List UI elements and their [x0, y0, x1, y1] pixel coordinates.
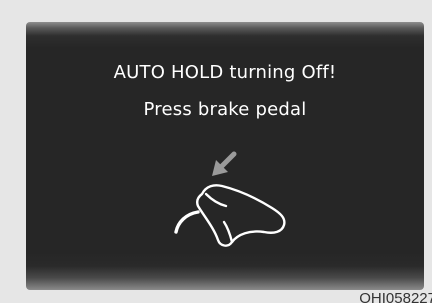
warning-message-title: AUTO HOLD turning Off! — [113, 62, 337, 83]
brake-pedal-press-icon — [174, 151, 286, 247]
press-arrow-icon — [212, 151, 237, 176]
figure-caption: OHI058227 — [359, 290, 432, 307]
cluster-display-frame: AUTO HOLD turning Off! Press brake pedal… — [0, 0, 432, 307]
pedal-arc-icon — [174, 210, 200, 234]
cluster-display-screen: AUTO HOLD turning Off! Press brake pedal — [26, 22, 424, 290]
foot-icon — [196, 184, 286, 247]
warning-message-instruction: Press brake pedal — [143, 99, 307, 120]
